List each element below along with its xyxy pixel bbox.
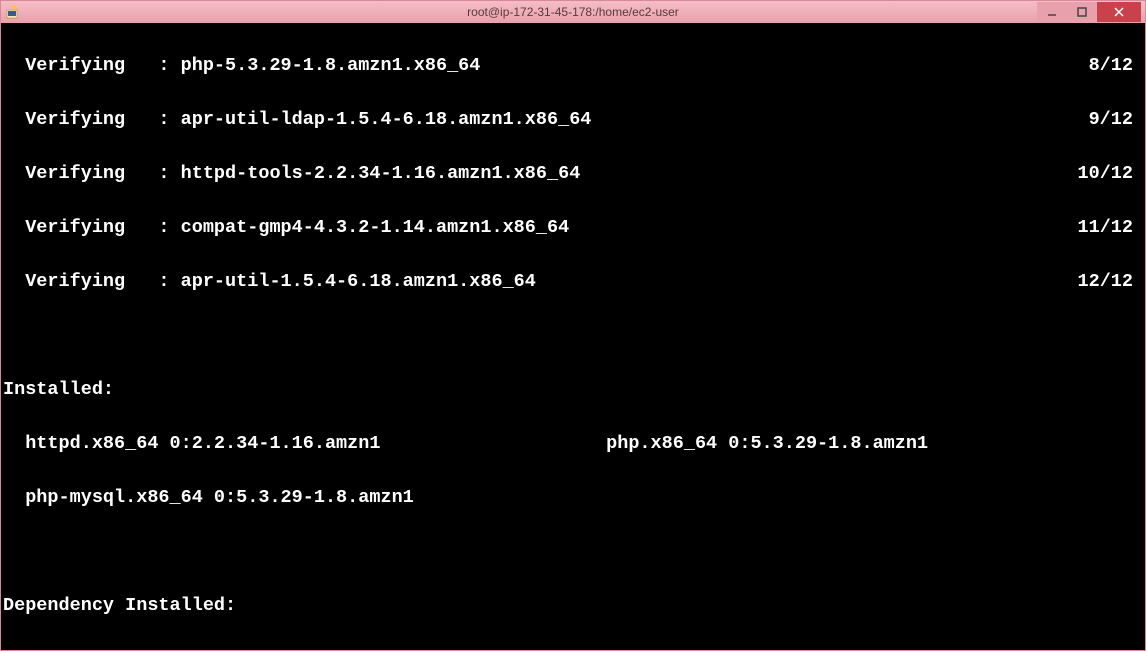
verify-label: Verifying : httpd-tools-2.2.34-1.16.amzn… <box>3 160 1077 187</box>
installed-header: Installed: <box>3 376 1141 403</box>
verify-count: 8/12 <box>1089 52 1141 79</box>
terminal-line: Verifying : apr-util-1.5.4-6.18.amzn1.x8… <box>3 268 1141 295</box>
verify-label: Verifying : apr-util-ldap-1.5.4-6.18.amz… <box>3 106 1089 133</box>
terminal-line <box>3 538 1141 565</box>
maximize-button[interactable] <box>1067 2 1097 22</box>
verify-count: 12/12 <box>1077 268 1141 295</box>
verify-label: Verifying : apr-util-1.5.4-6.18.amzn1.x8… <box>3 268 1077 295</box>
verify-count: 11/12 <box>1077 214 1141 241</box>
verify-label: Verifying : compat-gmp4-4.3.2-1.14.amzn1… <box>3 214 1077 241</box>
terminal-line: Verifying : apr-util-ldap-1.5.4-6.18.amz… <box>3 106 1141 133</box>
close-button[interactable] <box>1097 2 1141 22</box>
installed-col: php.x86_64 0:5.3.29-1.8.amzn1 <box>606 430 928 457</box>
terminal-line: Verifying : httpd-tools-2.2.34-1.16.amzn… <box>3 160 1141 187</box>
terminal-line: apr.x86_64 0:1.5.2-5.13.amzn1 <box>3 646 1141 650</box>
window-titlebar[interactable]: root@ip-172-31-45-178:/home/ec2-user <box>1 1 1145 23</box>
terminal-line: httpd.x86_64 0:2.2.34-1.16.amzn1php.x86_… <box>3 430 1141 457</box>
verify-count: 9/12 <box>1089 106 1141 133</box>
terminal-line: php-mysql.x86_64 0:5.3.29-1.8.amzn1 <box>3 484 1141 511</box>
terminal-output[interactable]: Verifying : php-5.3.29-1.8.amzn1.x86_648… <box>1 23 1145 650</box>
minimize-button[interactable] <box>1037 2 1067 22</box>
window-title: root@ip-172-31-45-178:/home/ec2-user <box>1 5 1145 19</box>
dependency-header: Dependency Installed: <box>3 592 1141 619</box>
verify-label: Verifying : php-5.3.29-1.8.amzn1.x86_64 <box>3 52 1089 79</box>
terminal-line <box>3 322 1141 349</box>
verify-count: 10/12 <box>1077 160 1141 187</box>
terminal-line: Verifying : compat-gmp4-4.3.2-1.14.amzn1… <box>3 214 1141 241</box>
putty-icon <box>5 4 21 20</box>
terminal-line: Verifying : php-5.3.29-1.8.amzn1.x86_648… <box>3 52 1141 79</box>
window-controls <box>1037 2 1141 22</box>
terminal-window: root@ip-172-31-45-178:/home/ec2-user Ver… <box>0 0 1146 651</box>
installed-col: httpd.x86_64 0:2.2.34-1.16.amzn1 <box>3 430 606 457</box>
